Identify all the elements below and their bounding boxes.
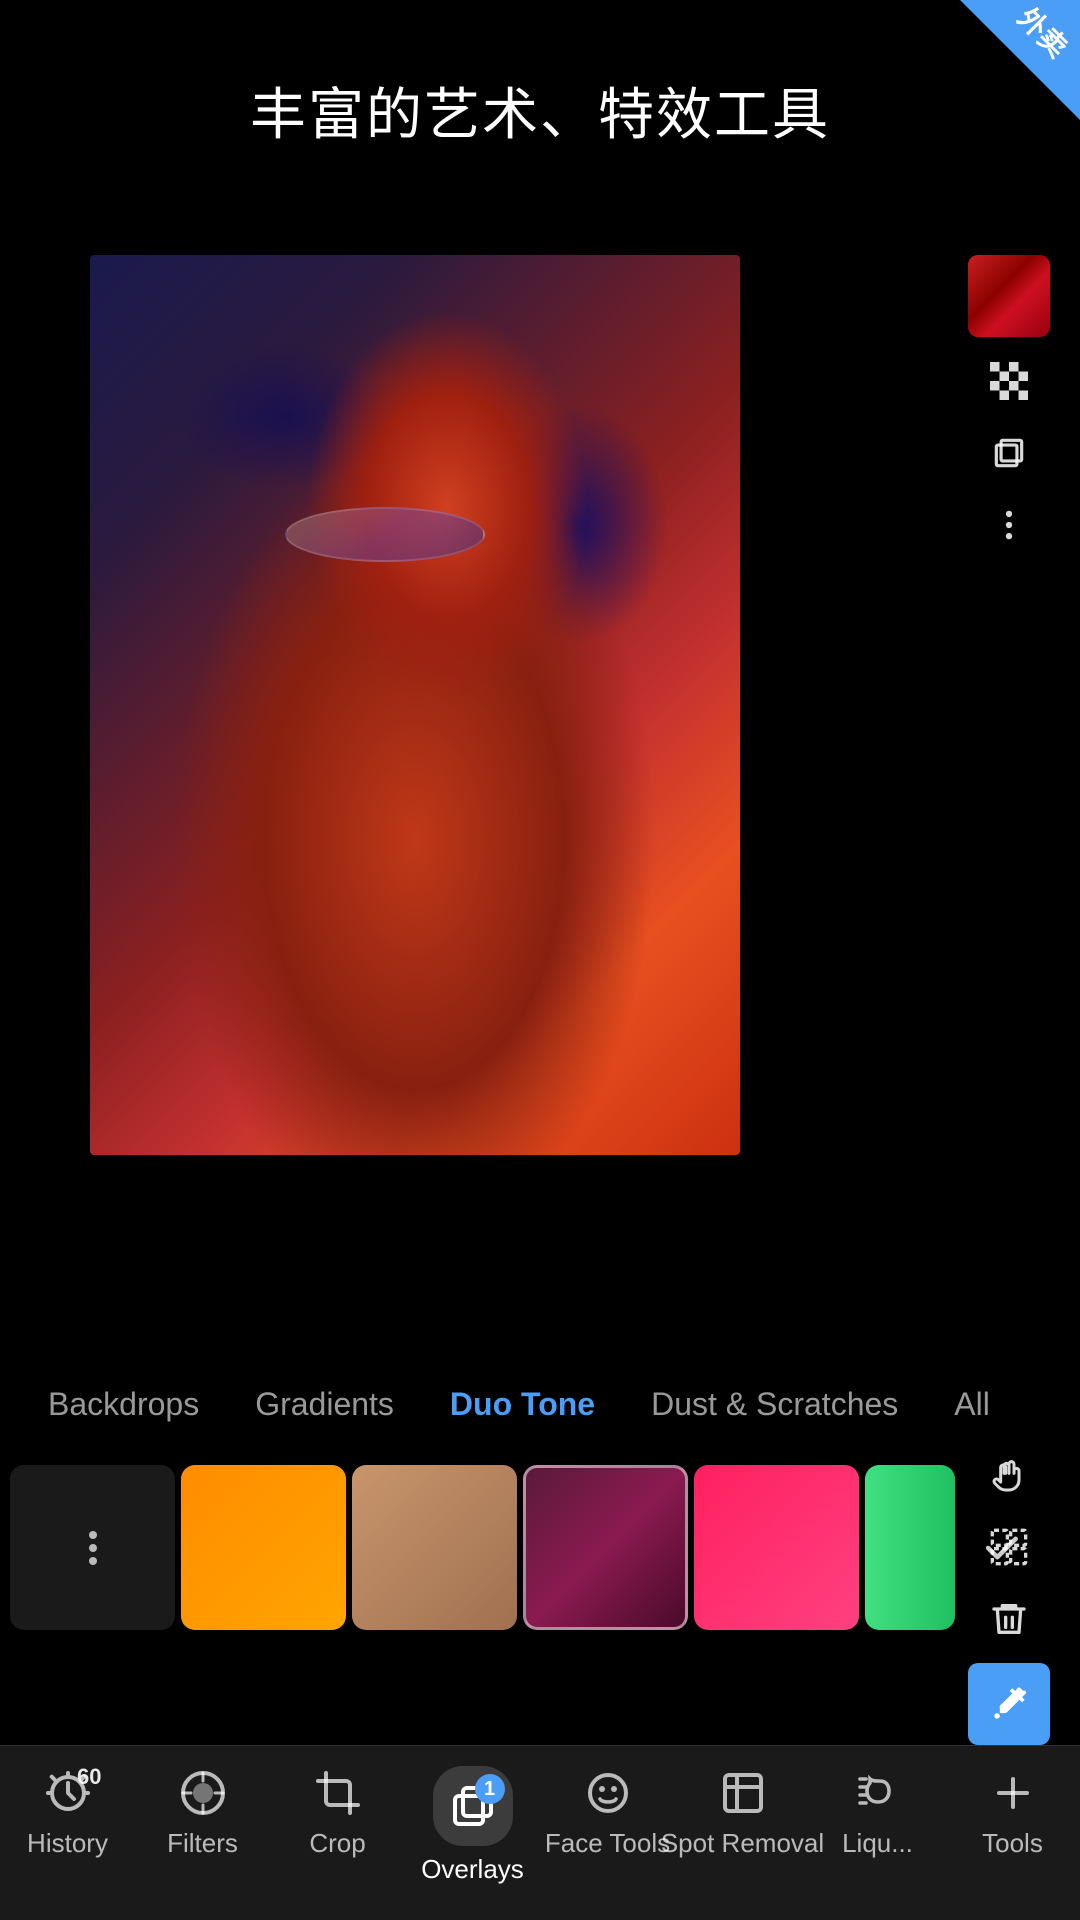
nav-filters[interactable]: Filters	[138, 1766, 268, 1859]
sunglasses-detail	[285, 507, 485, 562]
tab-all[interactable]: All	[926, 1378, 1018, 1431]
swatch-dark-red[interactable]	[523, 1465, 688, 1630]
eyedropper-button[interactable]	[968, 1663, 1050, 1745]
layers-button[interactable]	[968, 417, 1050, 489]
overlays-label: Overlays	[421, 1854, 524, 1885]
person-silhouette	[90, 255, 740, 1155]
tab-dust-scratches[interactable]: Dust & Scratches	[623, 1378, 926, 1431]
nav-crop[interactable]: Crop	[273, 1766, 403, 1859]
spot-removal-label: Spot Removal	[661, 1828, 824, 1859]
dot	[89, 1544, 97, 1552]
history-icon: 60	[41, 1766, 95, 1820]
tab-backdrops[interactable]: Backdrops	[20, 1378, 227, 1431]
right-toolbar	[968, 255, 1050, 561]
filters-icon	[176, 1766, 230, 1820]
tools-label: Tools	[982, 1828, 1043, 1859]
swatch-tan[interactable]	[352, 1465, 517, 1630]
nav-overlays[interactable]: 1 Overlays	[408, 1766, 538, 1885]
color-picker-button[interactable]	[968, 255, 1050, 337]
crop-label: Crop	[309, 1828, 365, 1859]
overlays-badge: 1	[475, 1774, 505, 1804]
history-label: History	[27, 1828, 108, 1859]
history-count: 60	[77, 1764, 101, 1790]
corner-badge-text: 外卖	[1011, 3, 1072, 64]
main-image	[90, 255, 740, 1155]
nav-history[interactable]: 60 History	[3, 1766, 133, 1859]
category-tabs: Backdrops Gradients Duo Tone Dust & Scra…	[0, 1368, 1080, 1440]
swatch-green[interactable]	[865, 1465, 955, 1630]
overlays-icon: 1	[433, 1766, 513, 1846]
nav-face-tools[interactable]: Face Tools	[543, 1766, 673, 1859]
more-options-button[interactable]	[968, 489, 1050, 561]
swatch-pink-red[interactable]	[694, 1465, 859, 1630]
dot	[89, 1531, 97, 1539]
bottom-nav: 60 History Filters Crop	[0, 1745, 1080, 1920]
filters-label: Filters	[167, 1828, 238, 1859]
swatch-options[interactable]	[10, 1465, 175, 1630]
face-tools-icon	[581, 1766, 635, 1820]
swatch-confirm[interactable]	[961, 1465, 1041, 1630]
crop-icon	[311, 1766, 365, 1820]
nav-liquify[interactable]: Liqu...	[813, 1766, 943, 1859]
tab-duo-tone[interactable]: Duo Tone	[422, 1378, 623, 1431]
color-swatches	[0, 1455, 1080, 1640]
checkerboard-button[interactable]	[968, 345, 1050, 417]
page-title: 丰富的艺术、特效工具	[0, 70, 1080, 151]
swatch-orange[interactable]	[181, 1465, 346, 1630]
tab-gradients[interactable]: Gradients	[227, 1378, 422, 1431]
face-tools-label: Face Tools	[545, 1828, 670, 1859]
liquify-label: Liqu...	[842, 1828, 913, 1859]
image-background	[90, 255, 740, 1155]
nav-tools[interactable]: Tools	[948, 1766, 1078, 1859]
nav-spot-removal[interactable]: Spot Removal	[678, 1766, 808, 1859]
liquify-icon	[851, 1766, 905, 1820]
tools-icon	[986, 1766, 1040, 1820]
dot	[89, 1557, 97, 1565]
spot-removal-icon	[716, 1766, 770, 1820]
